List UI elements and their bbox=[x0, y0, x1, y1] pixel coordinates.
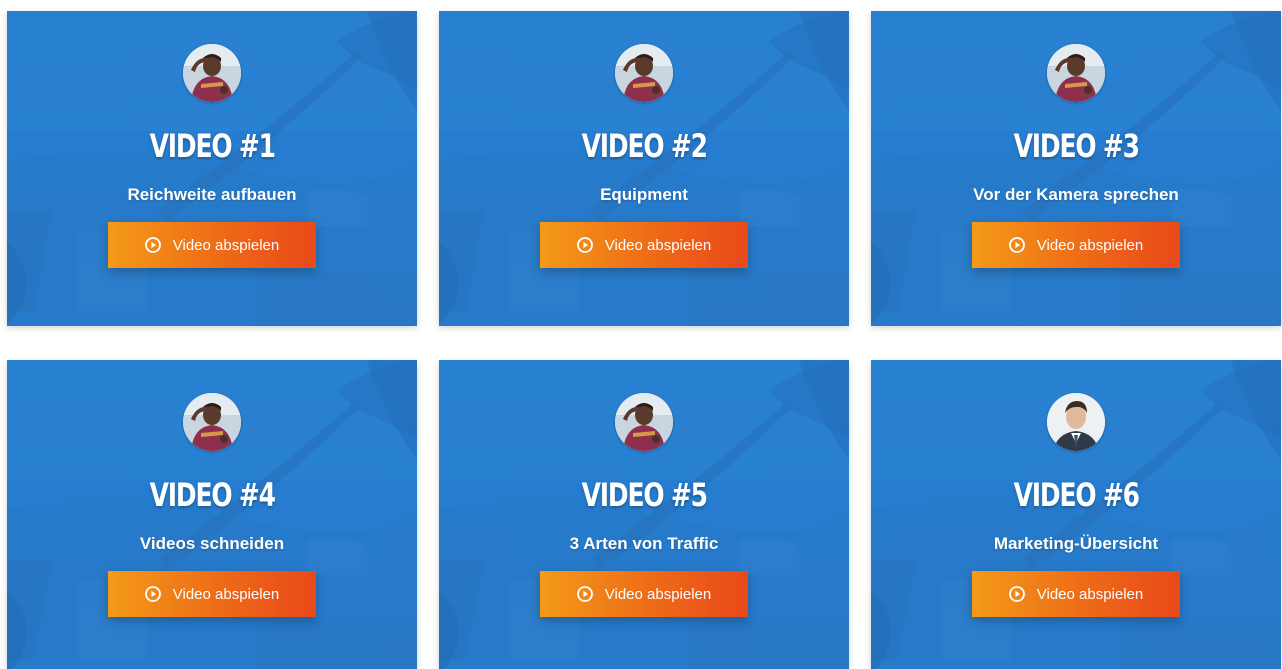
host-avatar bbox=[183, 393, 241, 451]
card-content: VIDEO #2 Equipment Video abspielen bbox=[439, 11, 849, 326]
card-content: VIDEO #5 3 Arten von Traffic Video abspi… bbox=[439, 360, 849, 669]
play-circle-icon bbox=[145, 586, 161, 602]
play-video-label: Video abspielen bbox=[1036, 585, 1144, 603]
video-grid: VIDEO #1 Reichweite aufbauen Video abspi… bbox=[0, 0, 1282, 669]
video-title: VIDEO #6 bbox=[1013, 476, 1139, 514]
video-subtitle: Marketing-Übersicht bbox=[993, 534, 1159, 553]
video-card-5: VIDEO #5 3 Arten von Traffic Video abspi… bbox=[439, 360, 849, 669]
video-subtitle: 3 Arten von Traffic bbox=[569, 534, 719, 553]
play-video-label: Video abspielen bbox=[604, 236, 712, 254]
play-video-button[interactable]: Video abspielen bbox=[108, 571, 316, 617]
play-video-button[interactable]: Video abspielen bbox=[972, 222, 1180, 268]
video-title: VIDEO #1 bbox=[149, 127, 275, 165]
play-circle-icon bbox=[1009, 237, 1025, 253]
play-video-label: Video abspielen bbox=[604, 585, 712, 603]
video-title: VIDEO #3 bbox=[1013, 127, 1139, 165]
play-video-label: Video abspielen bbox=[172, 585, 280, 603]
video-title: VIDEO #2 bbox=[581, 127, 707, 165]
play-circle-icon bbox=[1009, 586, 1025, 602]
play-video-button[interactable]: Video abspielen bbox=[540, 222, 748, 268]
card-content: VIDEO #1 Reichweite aufbauen Video abspi… bbox=[7, 11, 417, 326]
card-content: VIDEO #4 Videos schneiden Video abspiele… bbox=[7, 360, 417, 669]
video-title: VIDEO #5 bbox=[581, 476, 707, 514]
host-avatar bbox=[615, 44, 673, 102]
video-subtitle: Reichweite aufbauen bbox=[127, 185, 297, 204]
host-avatar bbox=[183, 44, 241, 102]
guest-avatar bbox=[1047, 393, 1105, 451]
video-title: VIDEO #4 bbox=[149, 476, 275, 514]
play-video-label: Video abspielen bbox=[172, 236, 280, 254]
play-circle-icon bbox=[577, 237, 593, 253]
video-card-4: VIDEO #4 Videos schneiden Video abspiele… bbox=[7, 360, 417, 669]
video-card-6: VIDEO #6 Marketing-Übersicht Video abspi… bbox=[871, 360, 1281, 669]
video-card-2: VIDEO #2 Equipment Video abspielen bbox=[439, 11, 849, 326]
play-video-button[interactable]: Video abspielen bbox=[972, 571, 1180, 617]
play-video-button[interactable]: Video abspielen bbox=[540, 571, 748, 617]
video-card-1: VIDEO #1 Reichweite aufbauen Video abspi… bbox=[7, 11, 417, 326]
play-circle-icon bbox=[145, 237, 161, 253]
card-content: VIDEO #3 Vor der Kamera sprechen Video a… bbox=[871, 11, 1281, 326]
video-subtitle: Equipment bbox=[600, 185, 688, 204]
video-subtitle: Vor der Kamera sprechen bbox=[973, 185, 1179, 204]
card-content: VIDEO #6 Marketing-Übersicht Video abspi… bbox=[871, 360, 1281, 669]
video-subtitle: Videos schneiden bbox=[139, 534, 285, 553]
video-card-3: VIDEO #3 Vor der Kamera sprechen Video a… bbox=[871, 11, 1281, 326]
play-video-button[interactable]: Video abspielen bbox=[108, 222, 316, 268]
host-avatar bbox=[615, 393, 673, 451]
host-avatar bbox=[1047, 44, 1105, 102]
play-circle-icon bbox=[577, 586, 593, 602]
play-video-label: Video abspielen bbox=[1036, 236, 1144, 254]
